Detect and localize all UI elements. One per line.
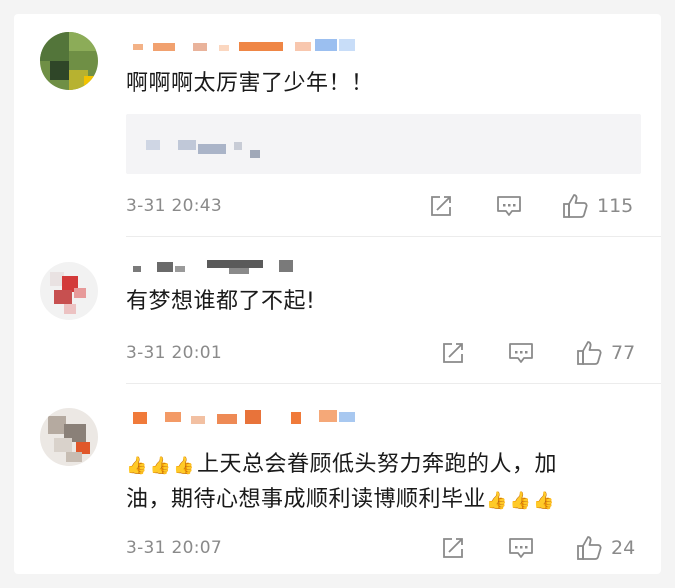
comment-3-text-part-1: 上天总会眷顾低头努力奔跑的人，加 [197,452,558,477]
reply-icon [509,538,533,558]
comment-2-timestamp: 3-31 20:01 [126,343,222,363]
reply-icon [509,343,533,363]
comment-3-like-button[interactable]: 24 [575,534,635,562]
comment-2-avatar[interactable] [40,262,98,320]
comment-2-like-count: 77 [611,342,636,364]
thumbs-up-emoji-icon: 👍 [509,491,532,511]
share-icon [443,538,463,558]
thumbs-up-emoji-icon: 👍 [149,456,172,476]
comment-3-avatar[interactable] [40,408,98,466]
pixelated-avatar-image [40,262,98,320]
thumbs-up-icon [563,194,588,218]
comment-2-share-button[interactable] [440,340,466,370]
thumbs-up-emoji-icon: 👍 [126,456,148,476]
comment-1-text: 啊啊啊太厉害了少年！！ [126,71,374,96]
comment-2-text: 有梦想谁都了不起! [126,289,316,314]
comment-3-share-button[interactable] [440,535,466,565]
comment-1-share-button[interactable] [428,193,454,223]
comment-3-like-count: 24 [611,537,636,559]
comment-1-like-count: 115 [597,195,634,217]
comment-3-username-redacted[interactable] [133,408,373,424]
thumbs-up-emoji-icon: 👍 [486,491,508,511]
comment-1-avatar[interactable] [40,32,98,90]
reply-icon [497,196,521,216]
comment-3-text-line-1: 👍 👍 👍上天总会眷顾低头努力奔跑的人，加 [126,447,557,484]
comment-3-reply-button[interactable] [507,535,535,565]
thumbs-up-icon [577,341,602,365]
comment-2-like-button[interactable]: 77 [575,339,635,367]
redacted-quote-content [146,140,260,158]
comment-3-timestamp: 3-31 20:07 [126,538,222,558]
comment-2-username-redacted[interactable] [133,258,373,274]
comment-1-quote-box[interactable] [126,114,641,174]
comment-divider [126,236,661,237]
comment-divider [126,383,661,384]
comment-1-reply-button[interactable] [495,193,523,223]
share-icon [431,196,451,216]
comment-3-text-part-2: 油，期待心想事成顺利读博顺利毕业 [126,487,487,512]
comment-2-reply-button[interactable] [507,340,535,370]
thumbs-up-icon [577,536,602,560]
comment-1-username-redacted[interactable] [133,37,373,53]
comment-1-like-button[interactable]: 115 [561,192,633,220]
thumbs-up-emoji-icon: 👍 [173,456,196,476]
comment-3-text-line-2: 油，期待心想事成顺利读博顺利毕业👍 👍 👍 [126,482,557,519]
thumbs-up-emoji-icon: 👍 [533,491,556,511]
comment-1-timestamp: 3-31 20:43 [126,196,222,216]
share-icon [443,343,463,363]
pixelated-avatar-image [40,408,98,466]
pixelated-avatar-image [40,32,98,90]
